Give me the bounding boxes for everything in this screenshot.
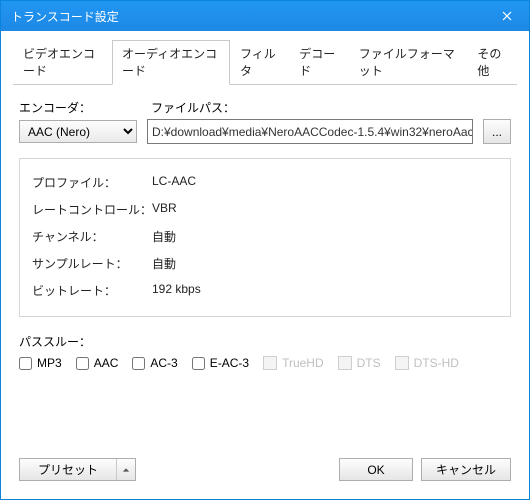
channel-label: チャンネル： <box>32 228 152 245</box>
profile-label: プロファイル： <box>32 174 152 191</box>
channel-value: 自動 <box>152 228 176 245</box>
ratecontrol-value: VBR <box>152 201 177 218</box>
passthrough-truehd: TrueHD <box>263 356 324 370</box>
encoder-label: エンコーダ： <box>19 99 151 116</box>
tab-file-format[interactable]: ファイルフォーマット <box>349 40 468 85</box>
filepath-label: ファイルパス： <box>151 99 235 116</box>
title-bar: トランスコード設定 <box>1 1 529 31</box>
bitrate-label: ビットレート： <box>32 282 152 299</box>
close-button[interactable] <box>485 1 529 31</box>
close-icon <box>502 11 512 21</box>
passthrough-eac3[interactable]: E-AC-3 <box>192 356 249 370</box>
tab-pane-audio-encode: エンコーダ： ファイルパス： AAC (Nero) D:¥download¥me… <box>13 85 517 487</box>
cancel-button[interactable]: キャンセル <box>421 458 511 481</box>
profile-value: LC-AAC <box>152 174 196 191</box>
tab-decode[interactable]: デコード <box>289 40 348 85</box>
tab-filter[interactable]: フィルタ <box>230 40 289 85</box>
passthrough-dtshd-checkbox <box>395 356 409 370</box>
tab-strip: ビデオエンコード オーディオエンコード フィルタ デコード ファイルフォーマット… <box>13 39 517 85</box>
passthrough-dts-label: DTS <box>357 356 381 370</box>
client-area: ビデオエンコード オーディオエンコード フィルタ デコード ファイルフォーマット… <box>1 31 529 499</box>
passthrough-dtshd-label: DTS-HD <box>414 356 459 370</box>
chevron-up-icon <box>122 466 130 474</box>
button-row: プリセット OK キャンセル <box>19 458 511 481</box>
passthrough-truehd-checkbox <box>263 356 277 370</box>
passthrough-dtshd: DTS-HD <box>395 356 459 370</box>
passthrough-ac3-checkbox[interactable] <box>132 357 145 370</box>
tab-audio-encode[interactable]: オーディオエンコード <box>112 40 230 85</box>
passthrough-ac3-label: AC-3 <box>150 356 177 370</box>
preset-button-label: プリセット <box>20 461 116 478</box>
preset-button-arrow[interactable] <box>116 459 135 480</box>
window-title: トランスコード設定 <box>11 8 485 25</box>
ratecontrol-label: レートコントロール： <box>32 201 152 218</box>
filepath-input[interactable]: D:¥download¥media¥NeroAACCodec-1.5.4¥win… <box>147 119 473 144</box>
passthrough-aac-checkbox[interactable] <box>76 357 89 370</box>
tab-other[interactable]: その他 <box>467 40 517 85</box>
passthrough-dts: DTS <box>338 356 381 370</box>
passthrough-eac3-label: E-AC-3 <box>210 356 249 370</box>
tab-video-encode[interactable]: ビデオエンコード <box>13 40 112 85</box>
encoder-properties-group: プロファイル：LC-AAC レートコントロール：VBR チャンネル：自動 サンプ… <box>19 158 511 317</box>
passthrough-mp3-checkbox[interactable] <box>19 357 32 370</box>
browse-button[interactable]: ... <box>483 119 511 144</box>
passthrough-dts-checkbox <box>338 356 352 370</box>
passthrough-checks: MP3 AAC AC-3 E-AC-3 TrueHD DTS DTS-HD <box>19 356 511 370</box>
samplerate-label: サンプルレート： <box>32 255 152 272</box>
passthrough-eac3-checkbox[interactable] <box>192 357 205 370</box>
preset-button[interactable]: プリセット <box>19 458 136 481</box>
samplerate-value: 自動 <box>152 255 176 272</box>
bitrate-value: 192 kbps <box>152 282 201 299</box>
ok-button[interactable]: OK <box>339 458 413 481</box>
passthrough-aac[interactable]: AAC <box>76 356 119 370</box>
dialog-window: トランスコード設定 ビデオエンコード オーディオエンコード フィルタ デコード … <box>0 0 530 500</box>
passthrough-label: パススルー： <box>19 333 511 350</box>
encoder-select[interactable]: AAC (Nero) <box>19 120 137 143</box>
passthrough-mp3[interactable]: MP3 <box>19 356 62 370</box>
passthrough-ac3[interactable]: AC-3 <box>132 356 177 370</box>
passthrough-aac-label: AAC <box>94 356 119 370</box>
passthrough-mp3-label: MP3 <box>37 356 62 370</box>
passthrough-truehd-label: TrueHD <box>282 356 324 370</box>
